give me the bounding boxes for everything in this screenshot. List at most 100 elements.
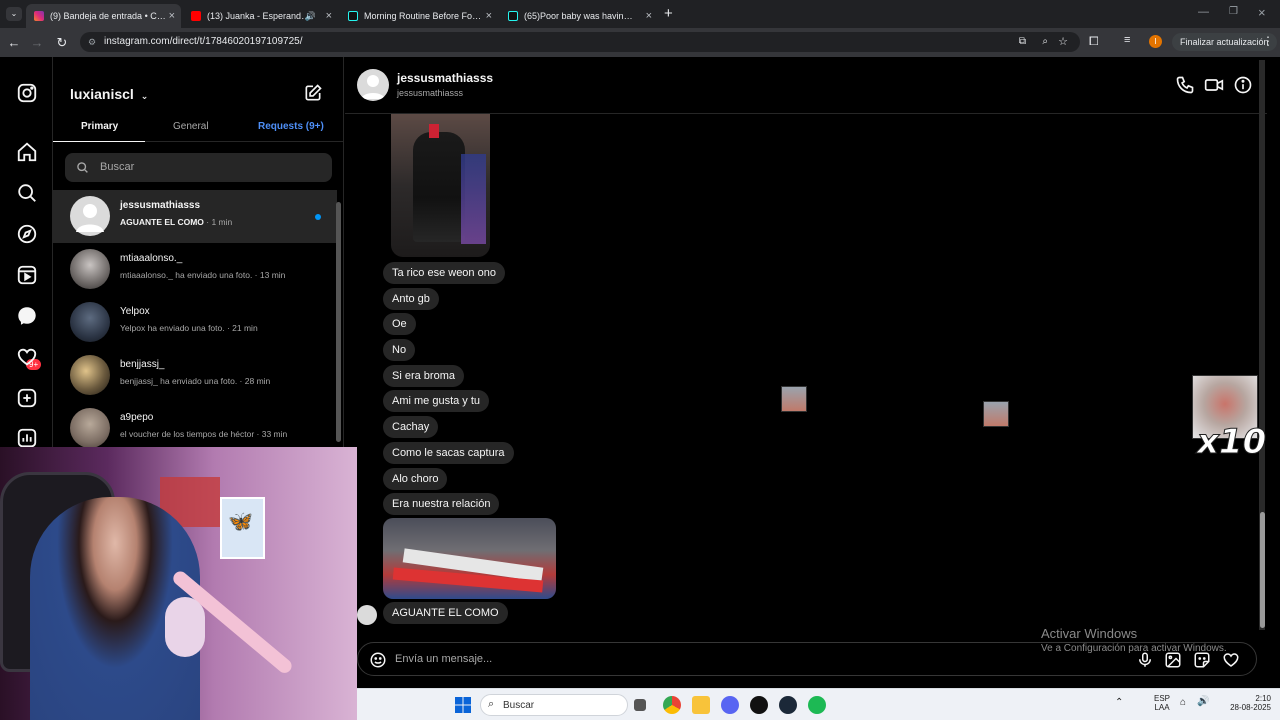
bookmark-star-icon[interactable]: ☆ — [1058, 32, 1068, 52]
address-bar[interactable]: ⚙ instagram.com/direct/t/178460201971097… — [80, 32, 1080, 52]
search-input[interactable]: Buscar — [65, 153, 332, 182]
account-username: luxianiscl — [70, 86, 134, 102]
close-window-icon[interactable]: × — [1258, 5, 1266, 20]
sender-avatar[interactable] — [357, 605, 377, 625]
phone-call-icon[interactable] — [1175, 75, 1195, 95]
conversation-name: a9pepo — [120, 412, 154, 423]
conversation-row[interactable]: benjjassj_ benjjassj_ ha enviado una fot… — [53, 349, 337, 402]
tiktok-app-icon[interactable] — [750, 696, 768, 714]
conversation-preview: benjjassj_ ha enviado una foto. · 28 min — [120, 376, 271, 386]
system-tray-chevron-icon[interactable]: ⌃ — [1115, 697, 1123, 708]
conversation-row[interactable]: mtiaaalonso._ mtiaaalonso._ ha enviado u… — [53, 243, 337, 296]
reading-list-icon[interactable]: ≡ — [1124, 34, 1130, 46]
message-bubble[interactable]: Ami me gusta y tu — [383, 390, 490, 412]
tab-list-dropdown-icon[interactable]: ⌄ — [6, 7, 22, 21]
chevron-down-icon: ⌄ — [140, 91, 149, 101]
message-bubble[interactable]: Ta rico ese weon ono — [383, 262, 505, 284]
tab-tiktok-morning[interactable]: Morning Routine Before Footb × — [340, 4, 498, 28]
avatar — [70, 355, 110, 395]
tab-title: (13) Juanka - Esperando po — [207, 11, 312, 21]
conversation-scrollbar[interactable] — [336, 202, 341, 442]
reels-icon[interactable] — [16, 264, 38, 286]
conversation-panel: luxianiscl ⌄ Primary General Requests (9… — [53, 57, 344, 447]
new-message-icon[interactable] — [303, 83, 323, 103]
tab-youtube[interactable]: (13) Juanka - Esperando po 🔊 × — [183, 4, 338, 28]
conversation-info-icon[interactable] — [1233, 75, 1253, 95]
finish-update-button[interactable]: Finalizar actualización — [1172, 33, 1277, 51]
shared-photo-mirror-selfie[interactable] — [391, 114, 490, 257]
close-tab-icon[interactable]: × — [486, 10, 492, 22]
zoom-icon[interactable]: ⌕ — [1042, 32, 1048, 52]
spotify-icon[interactable] — [808, 696, 826, 714]
message-bubble[interactable]: No — [383, 339, 416, 361]
sticker-image — [781, 386, 807, 412]
chat-avatar[interactable] — [357, 69, 389, 101]
photo-phone — [429, 124, 439, 138]
message-bubble[interactable]: Como le sacas captura — [383, 442, 514, 464]
forward-arrow-icon[interactable]: → — [28, 34, 46, 52]
message-bubble[interactable]: Alo choro — [383, 468, 448, 490]
volume-icon[interactable]: 🔊 — [1197, 696, 1209, 707]
instagram-side-nav: 9+ — [0, 57, 53, 449]
discord-icon[interactable] — [721, 696, 739, 714]
photo-accent — [461, 154, 486, 244]
thread-scrollbar-thumb[interactable] — [1260, 512, 1265, 628]
home-icon[interactable] — [16, 141, 38, 163]
tab-general[interactable]: General — [173, 121, 209, 132]
conversation-row[interactable]: a9pepo el voucher de los tiempos de héct… — [53, 402, 337, 447]
search-icon[interactable] — [16, 182, 38, 204]
close-tab-icon[interactable]: × — [646, 10, 652, 22]
restore-window-icon[interactable]: ❐ — [1229, 6, 1238, 17]
message-bubble[interactable]: Era nuestra relación — [383, 493, 500, 515]
message-bubble[interactable]: Cachay — [383, 416, 439, 438]
language-indicator[interactable]: ESP LAA — [1154, 694, 1170, 712]
tab-requests[interactable]: Requests (9+) — [258, 121, 324, 132]
emoji-icon[interactable] — [369, 651, 387, 669]
close-tab-icon[interactable]: × — [326, 10, 332, 22]
message-bubble[interactable]: AGUANTE EL COMO — [383, 602, 508, 624]
profile-avatar[interactable]: I — [1149, 35, 1162, 48]
tiktok-favicon-icon — [508, 11, 518, 21]
windows-start-icon[interactable] — [455, 697, 471, 713]
video-call-icon[interactable] — [1204, 75, 1224, 95]
task-view-icon[interactable] — [634, 699, 646, 711]
chrome-icon[interactable] — [663, 696, 681, 714]
message-bubble[interactable]: Anto gb — [383, 288, 439, 310]
audio-playing-icon[interactable]: 🔊 — [305, 11, 316, 22]
taskbar-search[interactable]: ⌕ Buscar — [480, 694, 628, 716]
site-info-icon[interactable]: ⚙ — [88, 32, 96, 52]
tab-primary[interactable]: Primary — [81, 121, 118, 132]
chat-contact-name[interactable]: jessusmathiasss — [397, 71, 493, 85]
clock-time: 2:10 — [1255, 694, 1271, 703]
notifications-heart-icon[interactable] — [16, 346, 38, 368]
reload-icon[interactable]: ↻ — [53, 34, 71, 52]
tab-instagram-inbox[interactable]: (9) Bandeja de entrada • Chats × — [26, 4, 181, 28]
minimize-window-icon[interactable]: — — [1198, 6, 1209, 18]
shared-photo-banners[interactable] — [383, 518, 556, 599]
tab-tiktok-baby[interactable]: (65)Poor baby was having a har × — [500, 4, 658, 28]
system-clock[interactable]: 2:10 28-08-2025 — [1219, 694, 1271, 712]
extensions-icon[interactable]: ⧠ — [1089, 34, 1099, 49]
network-icon[interactable]: ⌂ — [1180, 697, 1186, 708]
back-arrow-icon[interactable]: ← — [5, 34, 23, 52]
account-switcher[interactable]: luxianiscl ⌄ — [70, 86, 148, 102]
conversation-row[interactable]: jessusmathiasss AGUANTE EL COMO · 1 min — [53, 190, 337, 243]
close-tab-icon[interactable]: × — [169, 10, 175, 22]
photo-figure — [413, 132, 465, 242]
composer-placeholder: Envía un mensaje... — [395, 653, 493, 665]
explore-compass-icon[interactable] — [16, 223, 38, 245]
create-plus-icon[interactable] — [16, 387, 38, 409]
steam-icon[interactable] — [779, 696, 797, 714]
message-bubble[interactable]: Oe — [383, 313, 416, 335]
clock-date: 28-08-2025 — [1230, 703, 1271, 712]
instagram-logo-icon[interactable] — [16, 82, 38, 104]
conversation-row[interactable]: Yelpox Yelpox ha enviado una foto. · 21 … — [53, 296, 337, 349]
messages-icon[interactable] — [16, 305, 38, 327]
dashboard-icon[interactable] — [16, 427, 38, 449]
file-explorer-icon[interactable] — [692, 696, 710, 714]
message-bubble[interactable]: Si era broma — [383, 365, 464, 387]
sticker-image — [983, 401, 1009, 427]
install-app-icon[interactable]: ⧉ — [1019, 32, 1026, 52]
browser-menu-icon[interactable]: ⋮ — [1262, 34, 1274, 48]
new-tab-button[interactable]: + — [664, 5, 673, 22]
